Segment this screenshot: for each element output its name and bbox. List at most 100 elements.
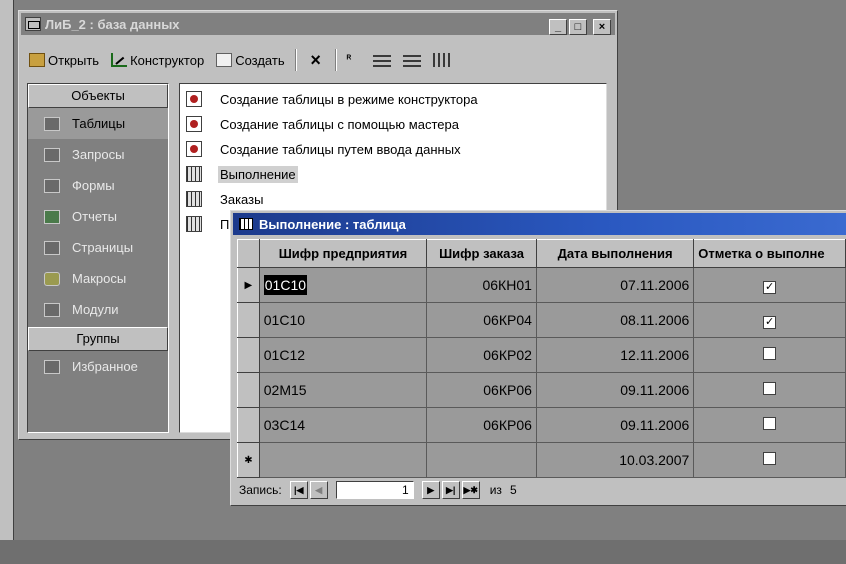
module-icon bbox=[44, 302, 60, 317]
objects-item-label: Таблицы bbox=[72, 116, 126, 131]
small-icons-button[interactable] bbox=[369, 51, 395, 69]
open-button[interactable]: Открыть bbox=[25, 51, 103, 70]
table-row: 01С10 06КР04 08.11.2006 ✓ bbox=[237, 302, 846, 338]
delete-button[interactable]: × bbox=[303, 50, 329, 70]
wizard-icon bbox=[186, 141, 202, 157]
cell-done[interactable]: ✓ bbox=[693, 302, 846, 338]
list-item-label: Заказы bbox=[220, 191, 264, 207]
first-record-button[interactable]: |◀ bbox=[289, 481, 308, 499]
groups-item-favorites[interactable]: Избранное bbox=[28, 351, 168, 382]
objects-item-forms[interactable]: Формы bbox=[28, 170, 168, 201]
cell-company[interactable]: 02М15 bbox=[258, 372, 428, 408]
toolbar-separator bbox=[334, 49, 337, 71]
cell-done[interactable] bbox=[693, 337, 846, 373]
cell-company[interactable] bbox=[258, 442, 428, 478]
new-button[interactable]: Создать bbox=[212, 51, 288, 70]
cell-order[interactable]: 06КР06 bbox=[426, 372, 537, 408]
row-selector[interactable] bbox=[237, 302, 260, 338]
cell-company[interactable]: 01С10 bbox=[258, 267, 428, 303]
current-record-icon: ▶ bbox=[244, 279, 253, 291]
cell-order[interactable]: 06КР02 bbox=[426, 337, 537, 373]
list-item[interactable]: Создание таблицы в режиме конструктора bbox=[186, 88, 480, 110]
large-icons-icon: ᴿ bbox=[346, 54, 352, 65]
column-header-company[interactable]: Шифр предприятия bbox=[258, 239, 428, 268]
cell-done[interactable] bbox=[693, 372, 846, 408]
cell-date[interactable]: 08.11.2006 bbox=[535, 302, 695, 338]
row-selector[interactable] bbox=[237, 337, 260, 373]
done-checkbox[interactable] bbox=[763, 347, 777, 360]
table-row: ▶ 01С10 06КН01 07.11.2006 ✓ bbox=[237, 267, 846, 303]
cell-date[interactable]: 12.11.2006 bbox=[535, 337, 695, 373]
row-selector[interactable]: ✱ bbox=[237, 442, 260, 478]
cell-date[interactable]: 09.11.2006 bbox=[535, 372, 695, 408]
maximize-button[interactable]: □ bbox=[569, 19, 587, 35]
database-titlebar[interactable]: ЛиБ_2 : база данных bbox=[21, 13, 615, 35]
column-header-date[interactable]: Дата выполнения bbox=[535, 239, 695, 268]
objects-item-pages[interactable]: Страницы bbox=[28, 232, 168, 263]
macro-icon bbox=[44, 271, 60, 286]
objects-item-label: Отчеты bbox=[72, 209, 117, 224]
close-button[interactable]: × bbox=[593, 19, 611, 35]
next-record-button[interactable]: ▶ bbox=[421, 481, 440, 499]
done-checkbox[interactable]: ✓ bbox=[763, 280, 777, 294]
row-selector[interactable]: ▶ bbox=[237, 267, 260, 303]
cell-order[interactable]: 06КР06 bbox=[426, 407, 537, 443]
new-record-button[interactable]: ▶✱ bbox=[461, 481, 480, 499]
cell-done[interactable] bbox=[693, 407, 846, 443]
done-checkbox[interactable] bbox=[763, 417, 777, 430]
details-view-button[interactable] bbox=[429, 51, 455, 69]
table-icon bbox=[186, 191, 202, 207]
cell-order[interactable]: 06КН01 bbox=[426, 267, 537, 303]
objects-item-macros[interactable]: Макросы bbox=[28, 263, 168, 294]
prev-record-button[interactable]: ◀ bbox=[309, 481, 328, 499]
table-titlebar[interactable]: Выполнение : таблица bbox=[233, 213, 846, 235]
objects-header[interactable]: Объекты bbox=[28, 84, 168, 108]
cell-order[interactable]: 06КР04 bbox=[426, 302, 537, 338]
groups-header[interactable]: Группы bbox=[28, 327, 168, 351]
list-item-label: Выполнение bbox=[218, 165, 298, 183]
record-number-input[interactable]: 1 bbox=[335, 481, 414, 499]
list-item[interactable]: Создание таблицы с помощью мастера bbox=[186, 113, 461, 135]
design-button[interactable]: Конструктор bbox=[107, 51, 208, 70]
cell-done[interactable]: ✓ bbox=[693, 267, 846, 303]
last-record-button[interactable]: ▶| bbox=[441, 481, 460, 499]
cell-order[interactable] bbox=[426, 442, 537, 478]
cell-company[interactable]: 01С12 bbox=[258, 337, 428, 373]
list-item[interactable]: Создание таблицы путем ввода данных bbox=[186, 138, 463, 160]
row-selector[interactable] bbox=[237, 407, 260, 443]
cell-company[interactable]: 03С14 bbox=[258, 407, 428, 443]
small-icons-icon bbox=[372, 53, 391, 67]
objects-item-modules[interactable]: Модули bbox=[28, 294, 168, 325]
list-item-label: Создание таблицы в режиме конструктора bbox=[220, 91, 478, 107]
cell-date[interactable]: 07.11.2006 bbox=[535, 267, 695, 303]
cell-done[interactable] bbox=[693, 442, 846, 478]
large-icons-button[interactable]: ᴿ bbox=[343, 51, 365, 69]
done-checkbox[interactable]: ✓ bbox=[763, 315, 777, 329]
minimize-button[interactable]: _ bbox=[549, 19, 567, 35]
cell-date[interactable]: 09.11.2006 bbox=[535, 407, 695, 443]
column-header-order[interactable]: Шифр заказа bbox=[426, 239, 537, 268]
objects-item-reports[interactable]: Отчеты bbox=[28, 201, 168, 232]
delete-icon: × bbox=[310, 50, 321, 70]
list-item[interactable]: П bbox=[186, 213, 231, 235]
row-selector[interactable] bbox=[237, 372, 260, 408]
objects-item-queries[interactable]: Запросы bbox=[28, 139, 168, 170]
list-item[interactable]: Выполнение bbox=[186, 163, 298, 185]
done-checkbox[interactable] bbox=[763, 382, 777, 395]
toolbar-separator bbox=[294, 49, 297, 71]
datasheet-grid: Шифр предприятия Шифр заказа Дата выполн… bbox=[237, 239, 846, 478]
new-label: Создать bbox=[235, 52, 285, 68]
cell-date[interactable]: 10.03.2007 bbox=[535, 442, 695, 478]
cell-value: 01С10 bbox=[263, 275, 308, 295]
cell-company[interactable]: 01С10 bbox=[258, 302, 428, 338]
list-view-button[interactable] bbox=[399, 51, 425, 69]
favorites-icon bbox=[44, 359, 60, 374]
done-checkbox[interactable] bbox=[763, 452, 777, 465]
form-icon bbox=[44, 178, 60, 193]
record-navigator: Запись: |◀ ◀ 1 ▶ ▶| ▶✱ из 5 bbox=[239, 479, 517, 501]
column-header-done[interactable]: Отметка о выполне bbox=[693, 239, 846, 268]
objects-item-tables[interactable]: Таблицы bbox=[28, 108, 168, 139]
list-item[interactable]: Заказы bbox=[186, 188, 265, 210]
table-row: 02М15 06КР06 09.11.2006 bbox=[237, 372, 846, 408]
select-all-cell[interactable] bbox=[237, 239, 260, 268]
